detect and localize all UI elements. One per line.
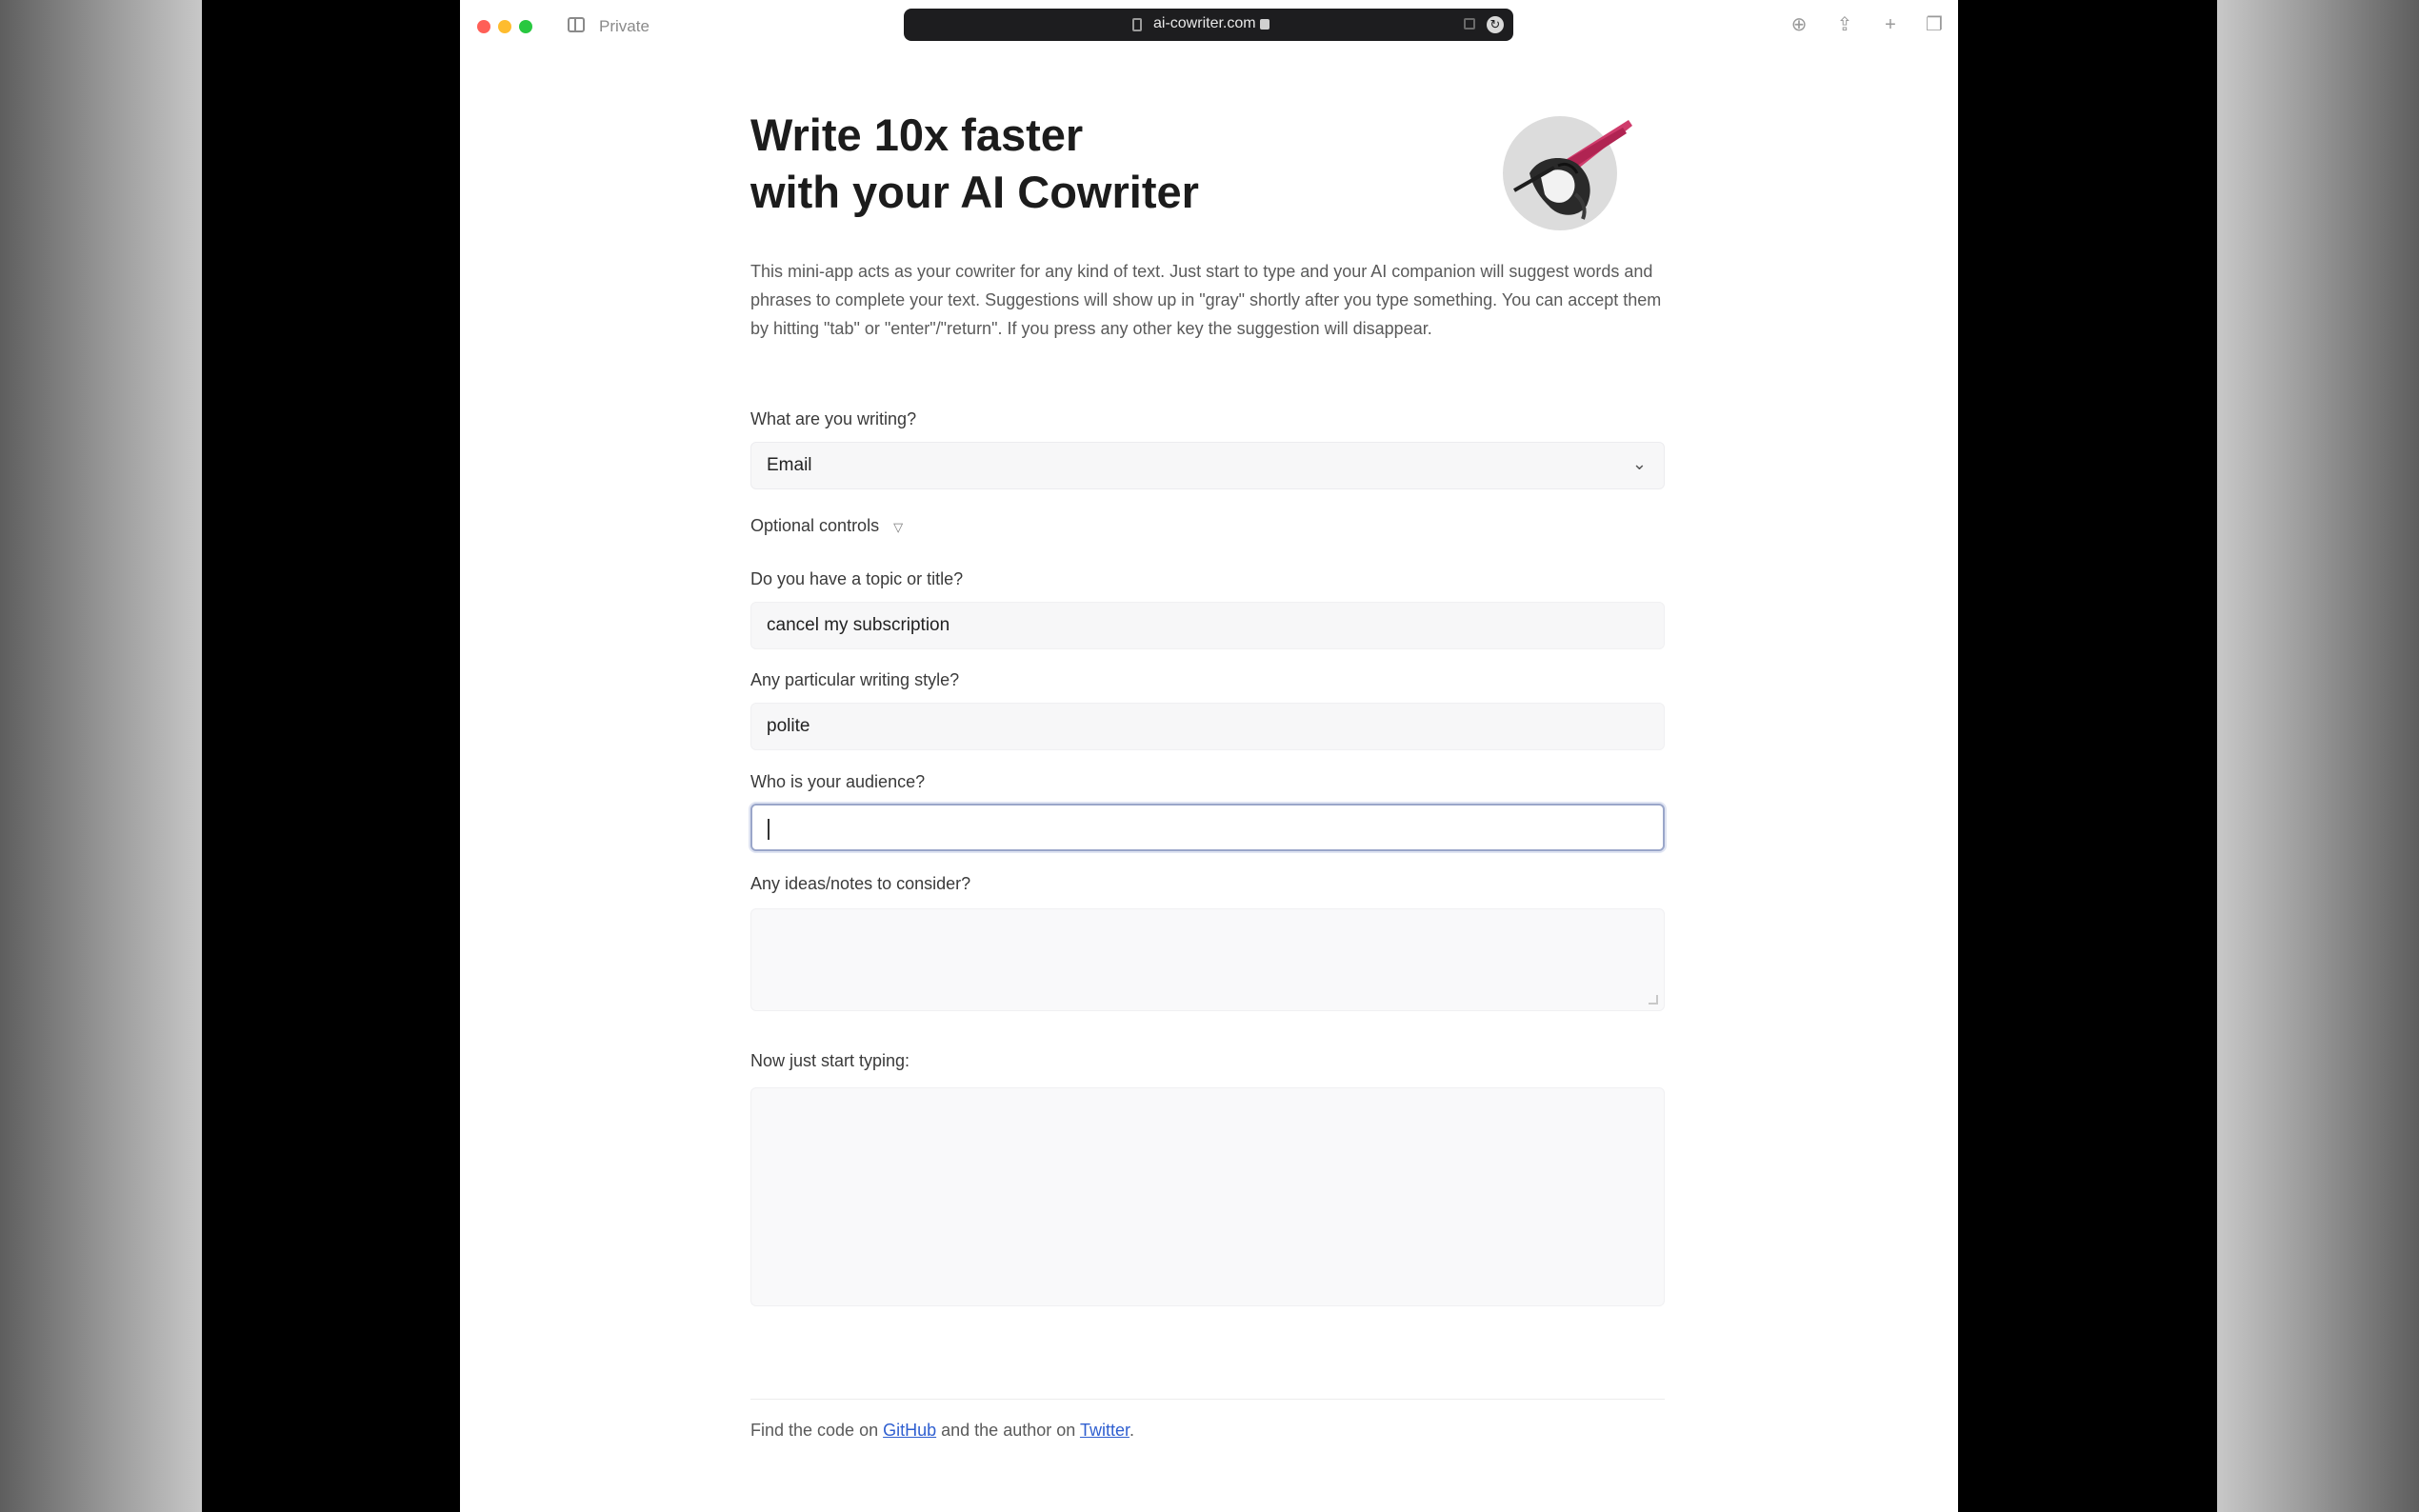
topic-label: Do you have a topic or title?	[750, 569, 964, 588]
browser-window: Private ai-cowriter.com ↻ ⊕ ⇪ + ❐ Write …	[460, 0, 1958, 1512]
video-frame-right	[2217, 0, 2419, 1512]
minimize-window-button[interactable]	[498, 20, 511, 33]
extension-icon[interactable]	[1464, 18, 1475, 30]
twitter-link[interactable]: Twitter	[1080, 1421, 1130, 1440]
topic-input[interactable]	[750, 602, 1665, 649]
sidebar-icon[interactable]	[568, 17, 585, 32]
footer-text: Find the code on GitHub and the author o…	[750, 1421, 1134, 1441]
chevron-down-icon: ⌄	[1631, 454, 1647, 473]
close-window-button[interactable]	[477, 20, 490, 33]
text-caret	[768, 819, 770, 840]
shield-icon[interactable]	[1132, 18, 1142, 31]
tabs-overview-icon[interactable]: ❐	[1923, 13, 1946, 36]
video-frame-left	[0, 0, 202, 1512]
ideas-label: Any ideas/notes to consider?	[750, 874, 971, 893]
footer-middle: and the author on	[936, 1421, 1080, 1440]
audience-label: Who is your audience?	[750, 772, 926, 791]
style-input[interactable]	[750, 703, 1665, 750]
footer-suffix: .	[1129, 1421, 1134, 1440]
download-icon[interactable]: ⊕	[1788, 13, 1810, 36]
ideas-textarea[interactable]	[750, 908, 1665, 1011]
writing-type-label: What are you writing?	[750, 409, 917, 428]
browser-toolbar: Private ai-cowriter.com ↻ ⊕ ⇪ + ❐	[460, 0, 1958, 53]
cowriter-editor[interactable]	[750, 1087, 1665, 1306]
optional-controls-label: Optional controls	[750, 516, 880, 535]
lock-icon	[1260, 19, 1269, 30]
reload-icon[interactable]: ↻	[1487, 16, 1504, 33]
logo-hand-quill-icon	[1503, 116, 1632, 230]
footer-prefix: Find the code on	[750, 1421, 884, 1440]
share-icon[interactable]: ⇪	[1833, 13, 1856, 36]
optional-controls-expander[interactable]: Optional controls ▽	[750, 516, 903, 536]
page-title: Write 10x faster with your AI Cowriter	[750, 109, 1199, 217]
new-tab-icon[interactable]: +	[1879, 13, 1902, 36]
audience-input[interactable]	[750, 804, 1665, 851]
style-label: Any particular writing style?	[750, 670, 960, 689]
address-bar[interactable]: ai-cowriter.com ↻	[904, 9, 1513, 41]
editor-label: Now just start typing:	[750, 1051, 910, 1070]
intro-text: This mini-app acts as your cowriter for …	[750, 262, 1662, 338]
resize-handle[interactable]	[1649, 995, 1658, 1005]
disclosure-triangle-icon[interactable]: ▽	[893, 520, 903, 535]
writing-type-value: Email	[767, 455, 812, 475]
footer-divider	[750, 1399, 1665, 1400]
private-label: Private	[599, 17, 650, 35]
github-link[interactable]: GitHub	[883, 1421, 936, 1440]
zoom-window-button[interactable]	[519, 20, 532, 33]
address-url[interactable]: ai-cowriter.com	[1153, 15, 1256, 32]
writing-type-select[interactable]: Email ⌄	[750, 442, 1665, 489]
